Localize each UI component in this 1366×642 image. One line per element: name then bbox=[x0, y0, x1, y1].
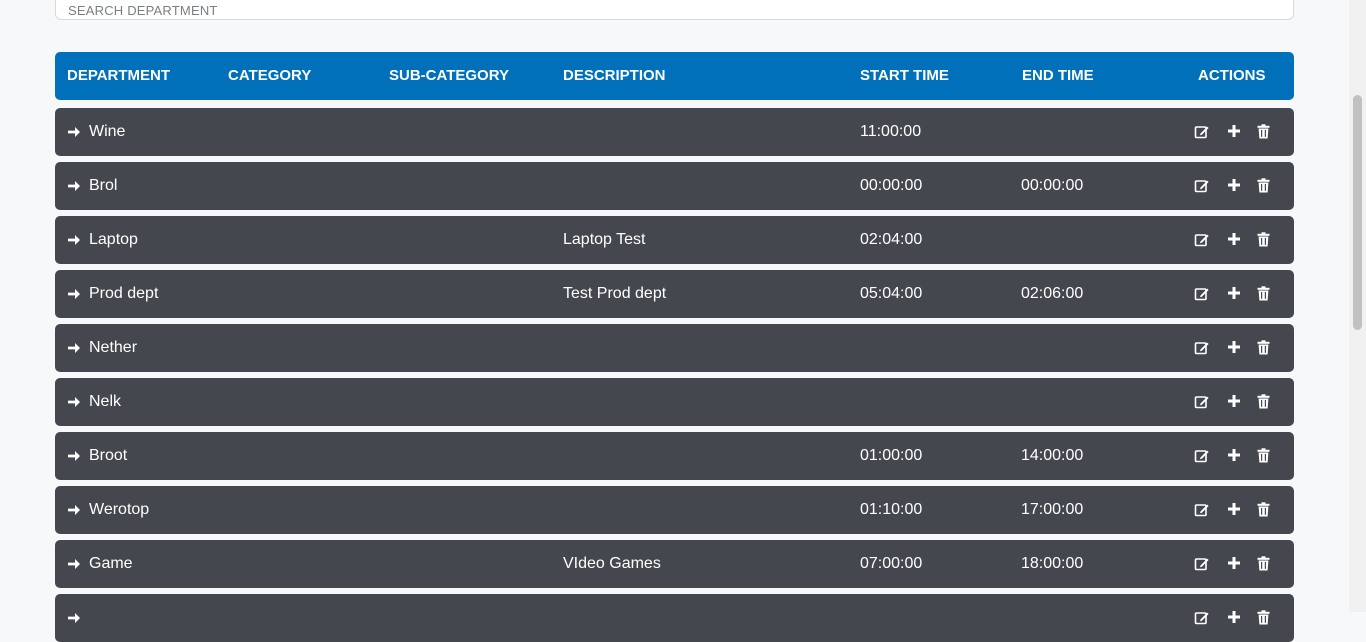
trash-icon[interactable] bbox=[1257, 286, 1270, 306]
cell-description: Test Prod dept bbox=[563, 285, 667, 302]
edit-icon[interactable] bbox=[1194, 556, 1210, 577]
plus-icon[interactable] bbox=[1227, 610, 1241, 629]
arrow-right-icon[interactable] bbox=[67, 179, 81, 198]
edit-icon[interactable] bbox=[1194, 502, 1210, 523]
plus-icon[interactable] bbox=[1227, 394, 1241, 413]
edit-icon[interactable] bbox=[1194, 394, 1210, 415]
cell-start-time: 11:00:00 bbox=[860, 123, 922, 140]
edit-icon[interactable] bbox=[1194, 610, 1210, 631]
table-row[interactable]: Broot 01:00:00 14:00:00 bbox=[55, 432, 1294, 480]
arrow-right-icon[interactable] bbox=[67, 395, 81, 414]
cell-department: Nether bbox=[89, 339, 138, 356]
plus-icon[interactable] bbox=[1227, 502, 1241, 521]
arrow-right-icon[interactable] bbox=[67, 611, 81, 630]
header-start-time: START TIME bbox=[860, 67, 949, 84]
cell-start-time: 05:04:00 bbox=[860, 285, 923, 302]
arrow-right-icon[interactable] bbox=[67, 449, 81, 468]
header-end-time: END TIME bbox=[1022, 67, 1094, 84]
header-actions: ACTIONS bbox=[1198, 67, 1266, 84]
plus-icon[interactable] bbox=[1227, 232, 1241, 251]
cell-department: Nelk bbox=[89, 393, 122, 410]
arrow-right-icon[interactable] bbox=[67, 341, 81, 360]
plus-icon[interactable] bbox=[1227, 178, 1241, 197]
edit-icon[interactable] bbox=[1194, 232, 1210, 253]
plus-icon[interactable] bbox=[1227, 124, 1241, 143]
table-row[interactable]: Game VIdeo Games 07:00:00 18:00:00 bbox=[55, 540, 1294, 588]
edit-icon[interactable] bbox=[1194, 286, 1210, 307]
table-row[interactable]: Wine 11:00:00 bbox=[55, 108, 1294, 156]
table-row[interactable]: Laptop Laptop Test 02:04:00 bbox=[55, 216, 1294, 264]
table-row[interactable]: Prod dept Test Prod dept 05:04:00 02:06:00 bbox=[55, 270, 1294, 318]
plus-icon[interactable] bbox=[1227, 286, 1241, 305]
trash-icon[interactable] bbox=[1257, 178, 1270, 198]
edit-icon[interactable] bbox=[1194, 124, 1210, 145]
edit-icon[interactable] bbox=[1194, 448, 1210, 469]
cell-end-time: 00:00:00 bbox=[1021, 177, 1084, 194]
arrow-right-icon[interactable] bbox=[67, 233, 81, 252]
trash-icon[interactable] bbox=[1257, 610, 1270, 630]
cell-department: Wine bbox=[89, 123, 126, 140]
arrow-right-icon[interactable] bbox=[67, 125, 81, 144]
arrow-right-icon[interactable] bbox=[67, 287, 81, 306]
table-header: DEPARTMENT CATEGORY SUB-CATEGORY DESCRIP… bbox=[55, 52, 1294, 100]
cell-start-time: 00:00:00 bbox=[860, 177, 923, 194]
table-row[interactable] bbox=[55, 594, 1294, 642]
cell-department: Brol bbox=[89, 177, 118, 194]
edit-icon[interactable] bbox=[1194, 178, 1210, 199]
cell-department: Broot bbox=[89, 447, 128, 464]
cell-description: VIdeo Games bbox=[563, 555, 661, 572]
trash-icon[interactable] bbox=[1257, 556, 1270, 576]
cell-department: Game bbox=[89, 555, 133, 572]
trash-icon[interactable] bbox=[1257, 232, 1270, 252]
header-description: DESCRIPTION bbox=[563, 67, 666, 84]
cell-start-time: 07:00:00 bbox=[860, 555, 923, 572]
search-department-input[interactable] bbox=[56, 0, 1293, 19]
cell-end-time: 14:00:00 bbox=[1021, 447, 1084, 464]
vertical-scrollbar[interactable] bbox=[1349, 0, 1366, 612]
trash-icon[interactable] bbox=[1257, 448, 1270, 468]
header-sub-category: SUB-CATEGORY bbox=[389, 67, 509, 84]
arrow-right-icon[interactable] bbox=[67, 557, 81, 576]
edit-icon[interactable] bbox=[1194, 340, 1210, 361]
search-department-field[interactable] bbox=[55, 0, 1294, 20]
plus-icon[interactable] bbox=[1227, 556, 1241, 575]
cell-end-time: 17:00:00 bbox=[1021, 501, 1084, 518]
cell-start-time: 01:00:00 bbox=[860, 447, 923, 464]
trash-icon[interactable] bbox=[1257, 124, 1270, 144]
trash-icon[interactable] bbox=[1257, 394, 1270, 414]
cell-department: Werotop bbox=[89, 501, 150, 518]
table-row[interactable]: Werotop 01:10:00 17:00:00 bbox=[55, 486, 1294, 534]
cell-start-time: 02:04:00 bbox=[860, 231, 923, 248]
plus-icon[interactable] bbox=[1227, 340, 1241, 359]
cell-department: Laptop bbox=[89, 231, 138, 248]
scrollbar-thumb[interactable] bbox=[1353, 95, 1362, 330]
cell-end-time: 18:00:00 bbox=[1021, 555, 1084, 572]
header-category: CATEGORY bbox=[228, 67, 312, 84]
table-row[interactable]: Nelk bbox=[55, 378, 1294, 426]
trash-icon[interactable] bbox=[1257, 502, 1270, 522]
cell-description: Laptop Test bbox=[563, 231, 646, 248]
plus-icon[interactable] bbox=[1227, 448, 1241, 467]
cell-start-time: 01:10:00 bbox=[860, 501, 923, 518]
arrow-right-icon[interactable] bbox=[67, 503, 81, 522]
table-row[interactable]: Brol 00:00:00 00:00:00 bbox=[55, 162, 1294, 210]
cell-end-time: 02:06:00 bbox=[1021, 285, 1084, 302]
cell-department: Prod dept bbox=[89, 285, 159, 302]
header-department: DEPARTMENT bbox=[67, 67, 171, 84]
table-row[interactable]: Nether bbox=[55, 324, 1294, 372]
trash-icon[interactable] bbox=[1257, 340, 1270, 360]
